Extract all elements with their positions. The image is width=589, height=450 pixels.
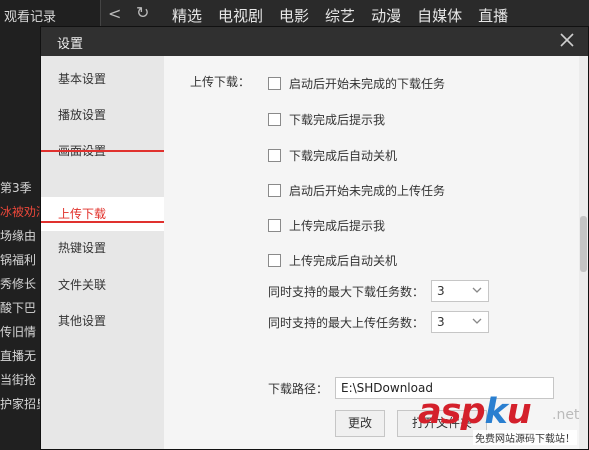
sidebar-item-hotkeys[interactable]: 热键设置	[41, 231, 164, 265]
checkbox-label: 下载完成后自动关机	[289, 149, 398, 163]
checkbox-box[interactable]	[268, 184, 281, 197]
checkbox-label: 下载完成后提示我	[289, 113, 386, 127]
history-title: 观看记录	[4, 10, 57, 25]
download-path-label: 下载路径：	[268, 381, 329, 396]
max-download-select[interactable]: 3	[431, 280, 489, 302]
max-download-row: 同时支持的最大下载任务数： 3	[268, 280, 489, 302]
nav-item[interactable]: 直播	[478, 5, 508, 26]
checkbox-label: 启动后开始未完成的下载任务	[289, 77, 446, 91]
list-item[interactable]: 传旧情	[0, 320, 40, 344]
checkbox-shutdown-after-download[interactable]: 下载完成后自动关机	[268, 147, 397, 164]
refresh-icon[interactable]: ↻	[136, 3, 149, 22]
checkbox-box[interactable]	[268, 219, 281, 232]
checkbox-notify-download-done[interactable]: 下载完成后提示我	[268, 111, 385, 128]
list-item[interactable]: 秀修长	[0, 272, 40, 296]
scrollbar-thumb[interactable]	[580, 216, 587, 272]
max-download-label: 同时支持的最大下载任务数：	[268, 284, 425, 299]
settings-dialog: 设置 基本设置 播放设置 画面设置 上传下载 热键设置 文件关联 其他设置 上传…	[40, 26, 589, 450]
list-item[interactable]: 直播无	[0, 344, 40, 368]
list-item[interactable]: 酸下巴	[0, 296, 40, 320]
open-folder-button[interactable]: 打开文件夹	[397, 410, 487, 437]
dialog-title: 设置	[57, 37, 84, 52]
checkbox-box[interactable]	[268, 77, 281, 90]
background-list: 第3季 冰被劝酒 场缘由 锅福利 秀修长 酸下巴 传旧情 直播无 当街抢 护家招…	[0, 176, 40, 416]
dialog-titlebar[interactable]: 设置	[41, 27, 588, 56]
max-upload-select[interactable]: 3	[431, 311, 489, 333]
checkbox-shutdown-after-upload[interactable]: 上传完成后自动关机	[268, 252, 397, 269]
list-item[interactable]: 场缘由	[0, 224, 40, 248]
nav-item[interactable]: 电视剧	[218, 5, 263, 26]
max-upload-label: 同时支持的最大上传任务数：	[268, 315, 425, 330]
max-download-value: 3	[437, 284, 445, 298]
background-nav: 精选 电视剧 电影 综艺 动漫 自媒体 直播	[172, 5, 508, 26]
close-icon[interactable]	[558, 31, 576, 49]
nav-item[interactable]: 自媒体	[417, 5, 462, 26]
checkbox-box[interactable]	[268, 113, 281, 126]
nav-item[interactable]: 精选	[172, 5, 202, 26]
checkbox-label: 上传完成后自动关机	[289, 254, 398, 268]
settings-sidebar: 基本设置 播放设置 画面设置 上传下载 热键设置 文件关联 其他设置	[41, 56, 164, 449]
nav-item[interactable]: 动漫	[371, 5, 401, 26]
sidebar-item-upload-download[interactable]: 上传下载	[41, 197, 164, 231]
checkbox-label: 启动后开始未完成的上传任务	[289, 184, 446, 198]
checkbox-resume-uploads[interactable]: 启动后开始未完成的上传任务	[268, 182, 445, 199]
max-upload-row: 同时支持的最大上传任务数： 3	[268, 311, 489, 333]
checkbox-label: 上传完成后提示我	[289, 219, 386, 233]
content-scrollbar[interactable]	[579, 56, 588, 449]
list-item[interactable]: 冰被劝酒	[0, 200, 40, 224]
change-path-button[interactable]: 更改	[335, 410, 385, 437]
chevron-down-icon	[472, 287, 482, 293]
list-item[interactable]: 护家招臭	[0, 392, 40, 416]
sidebar-item-other[interactable]: 其他设置	[41, 304, 164, 338]
list-item[interactable]: 第3季	[0, 176, 40, 200]
nav-item[interactable]: 电影	[279, 5, 309, 26]
list-item[interactable]: 当街抢	[0, 368, 40, 392]
list-item[interactable]: 锅福利	[0, 248, 40, 272]
section-label: 上传下载：	[190, 75, 251, 89]
nav-item[interactable]: 综艺	[325, 5, 355, 26]
sidebar-item-file-assoc[interactable]: 文件关联	[41, 268, 164, 302]
download-path-input[interactable]	[335, 377, 554, 399]
sidebar-item-basic[interactable]: 基本设置	[41, 62, 164, 96]
checkbox-notify-upload-done[interactable]: 上传完成后提示我	[268, 217, 385, 234]
checkbox-box[interactable]	[268, 254, 281, 267]
settings-content: 上传下载： 启动后开始未完成的下载任务 下载完成后提示我 下载完成后自动关机 启…	[164, 56, 588, 449]
max-upload-value: 3	[437, 315, 445, 329]
chevron-down-icon	[472, 318, 482, 324]
download-path-row: 下载路径：	[268, 377, 554, 399]
back-icon[interactable]: <	[108, 4, 121, 23]
checkbox-resume-downloads[interactable]: 启动后开始未完成的下载任务	[268, 75, 445, 92]
checkbox-box[interactable]	[268, 149, 281, 162]
sidebar-item-playback[interactable]: 播放设置	[41, 98, 164, 132]
sidebar-item-display[interactable]: 画面设置	[41, 134, 164, 168]
